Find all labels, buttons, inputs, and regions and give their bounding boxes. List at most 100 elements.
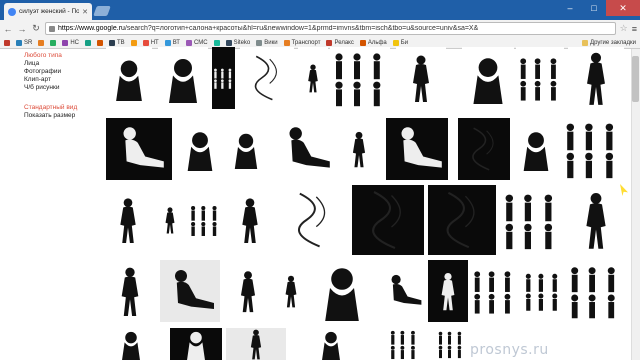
filter-lineart[interactable]: Ч/б рисунки xyxy=(24,84,104,92)
image-result-thumbnail[interactable] xyxy=(280,185,346,255)
bookmark-item[interactable]: Siteko xyxy=(225,39,250,46)
image-result-thumbnail[interactable] xyxy=(296,328,366,360)
bookmark-item[interactable]: Вики xyxy=(256,39,278,46)
image-result-thumbnail[interactable] xyxy=(500,185,562,255)
image-result-thumbnail[interactable] xyxy=(160,260,220,322)
image-result-thumbnail[interactable] xyxy=(568,47,624,109)
image-result-thumbnail[interactable] xyxy=(470,260,518,322)
silhouette-image xyxy=(322,331,340,360)
bookmark-favicon-icon xyxy=(4,39,10,46)
reload-icon[interactable]: ↻ xyxy=(31,23,41,34)
image-result-thumbnail[interactable] xyxy=(178,118,222,180)
image-result-thumbnail[interactable] xyxy=(104,185,152,255)
image-result-thumbnail[interactable] xyxy=(560,118,624,180)
image-result-thumbnail[interactable] xyxy=(396,47,446,109)
silhouette-image xyxy=(413,55,429,102)
image-result-thumbnail[interactable] xyxy=(106,118,172,180)
filter-photos[interactable]: Фотографии xyxy=(24,68,104,76)
image-result-thumbnail[interactable] xyxy=(272,118,338,180)
bookmark-item[interactable]: Транспорт xyxy=(283,39,320,46)
image-result-thumbnail[interactable] xyxy=(106,47,152,109)
minimize-icon[interactable]: – xyxy=(558,0,582,16)
image-result-thumbnail[interactable] xyxy=(188,185,222,255)
bookmark-favicon-icon xyxy=(16,39,22,46)
bookmark-item[interactable]: Би xyxy=(392,39,408,46)
image-result-thumbnail[interactable] xyxy=(104,260,156,322)
bookmark-item[interactable] xyxy=(50,39,57,46)
bookmark-item[interactable]: НТ xyxy=(142,39,159,46)
filter-clipart[interactable]: Клип-арт xyxy=(24,76,104,84)
bookmark-item[interactable]: TB xyxy=(109,39,125,46)
image-result-thumbnail[interactable] xyxy=(566,185,626,255)
image-result-thumbnail[interactable] xyxy=(462,47,514,109)
bookmark-favicon-icon xyxy=(359,39,366,46)
image-result-thumbnail[interactable] xyxy=(226,260,270,322)
image-result-thumbnail[interactable] xyxy=(516,47,564,109)
silhouette-image xyxy=(438,331,462,359)
bookmark-item[interactable]: ВТ xyxy=(164,39,180,46)
silhouette-image xyxy=(187,331,205,360)
image-result-thumbnail[interactable] xyxy=(522,260,564,322)
image-result-thumbnail[interactable] xyxy=(330,47,390,109)
bookmark-label: Альфа xyxy=(367,39,387,46)
filter-show-size[interactable]: Показать размер xyxy=(24,112,104,120)
image-result-thumbnail[interactable] xyxy=(352,185,424,255)
silhouette-image xyxy=(474,271,511,314)
bookmark-item[interactable]: НС xyxy=(62,39,79,46)
image-result-thumbnail[interactable] xyxy=(428,185,496,255)
bookmark-star-icon[interactable]: ☆ xyxy=(620,23,628,34)
bookmark-item[interactable]: СМС xyxy=(185,39,208,46)
filter-type-header[interactable]: Любого типа xyxy=(24,52,104,60)
other-bookmarks-button[interactable]: Другие закладки xyxy=(582,39,636,46)
image-result-thumbnail[interactable] xyxy=(156,185,184,255)
filter-faces[interactable]: Лица xyxy=(24,60,104,68)
image-result-thumbnail[interactable] xyxy=(386,118,448,180)
silhouette-image xyxy=(372,191,401,249)
address-bar[interactable]: https://www.google.ru/search?q=логотип+с… xyxy=(45,22,616,35)
chrome-menu-icon[interactable]: ≡ xyxy=(632,24,637,34)
back-icon[interactable]: ← xyxy=(3,24,13,34)
image-result-thumbnail[interactable] xyxy=(240,47,294,109)
image-result-thumbnail[interactable] xyxy=(212,47,235,109)
image-result-thumbnail[interactable] xyxy=(566,260,624,322)
image-result-thumbnail[interactable] xyxy=(226,328,286,360)
forward-icon[interactable]: → xyxy=(17,24,27,34)
image-result-thumbnail[interactable] xyxy=(380,260,426,322)
browser-title-bar: силуэт женский - По ✕ – □ ✕ xyxy=(0,0,640,20)
bookmark-item[interactable]: Релакс xyxy=(326,39,354,46)
image-result-thumbnail[interactable] xyxy=(170,328,222,360)
silhouette-image xyxy=(586,193,606,249)
bookmark-item[interactable]: SR xyxy=(16,39,32,46)
image-result-thumbnail[interactable] xyxy=(298,47,328,109)
image-result-thumbnail[interactable] xyxy=(158,47,208,109)
silhouette-image xyxy=(390,330,415,360)
scrollbar-thumb[interactable] xyxy=(632,56,639,102)
image-result-thumbnail[interactable] xyxy=(312,260,372,322)
image-result-thumbnail[interactable] xyxy=(428,260,468,322)
filter-view-header[interactable]: Стандартный вид xyxy=(24,104,104,112)
browser-tab[interactable]: силуэт женский - По ✕ xyxy=(4,3,92,20)
image-result-thumbnail[interactable] xyxy=(458,118,510,180)
maximize-icon[interactable]: □ xyxy=(582,0,606,16)
bookmark-item[interactable] xyxy=(97,39,104,46)
bookmark-favicon-icon xyxy=(109,39,116,46)
bookmark-item[interactable] xyxy=(4,39,10,46)
image-result-thumbnail[interactable] xyxy=(340,118,378,180)
image-result-thumbnail[interactable] xyxy=(226,118,266,180)
silhouette-image xyxy=(165,207,175,234)
bookmark-item[interactable] xyxy=(38,39,45,46)
bookmark-item[interactable] xyxy=(213,39,220,46)
close-tab-icon[interactable]: ✕ xyxy=(82,8,88,16)
image-result-thumbnail[interactable] xyxy=(274,260,308,322)
image-result-thumbnail[interactable] xyxy=(106,328,156,360)
image-result-thumbnail[interactable] xyxy=(436,328,466,360)
bookmark-item[interactable] xyxy=(85,39,92,46)
image-result-thumbnail[interactable] xyxy=(514,118,558,180)
bookmark-item[interactable] xyxy=(130,39,137,46)
image-result-thumbnail[interactable] xyxy=(226,185,274,255)
new-tab-button[interactable] xyxy=(93,6,111,16)
bookmark-item[interactable]: Альфа xyxy=(359,39,387,46)
image-result-thumbnail[interactable] xyxy=(376,328,432,360)
silhouette-image xyxy=(175,270,214,309)
close-window-icon[interactable]: ✕ xyxy=(606,0,640,16)
